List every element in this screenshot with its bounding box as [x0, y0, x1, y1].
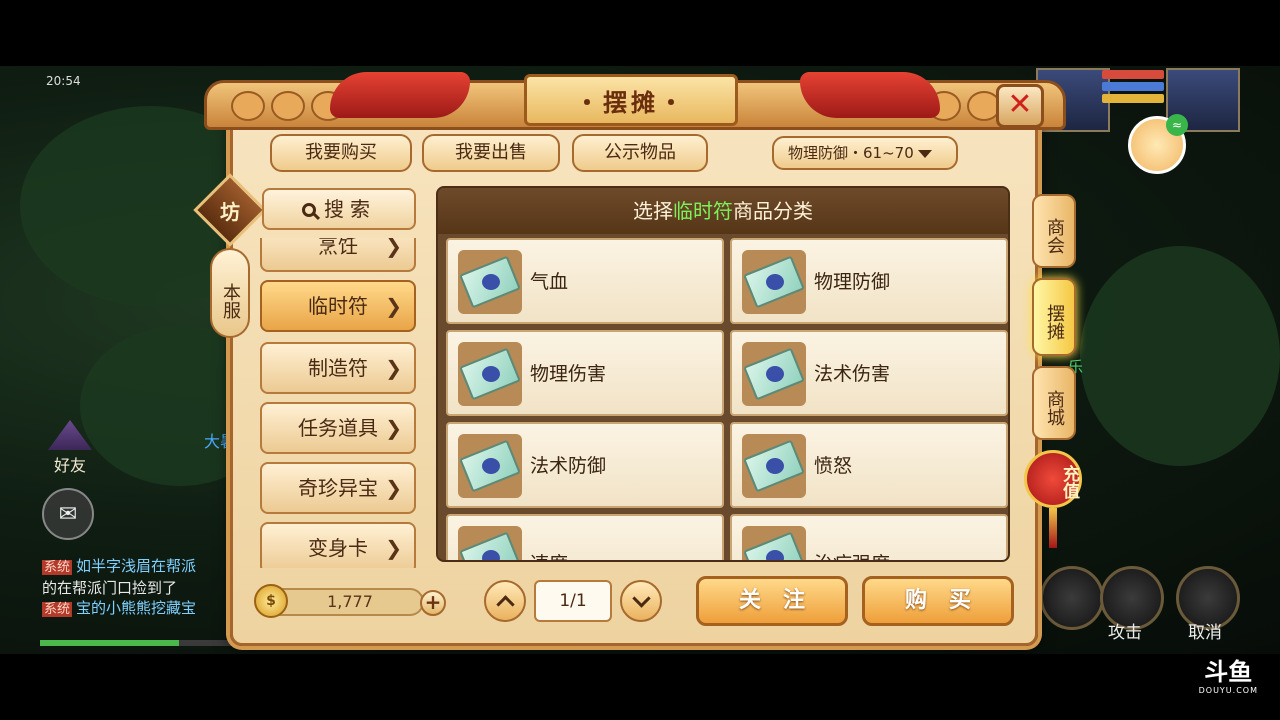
charm-icon [742, 342, 806, 406]
chat-log[interactable]: 系统 如半字浅眉在帮派 的在帮派门口捡到了 系统 宝的小熊熊挖藏宝 [42, 556, 242, 620]
tab-mall[interactable]: 商城 [1032, 366, 1076, 440]
product-card[interactable]: 治疗强度 [730, 514, 1008, 560]
friend-button[interactable]: 好友 [40, 420, 100, 476]
charm-icon [742, 526, 806, 560]
product-label: 治疗强度 [814, 524, 890, 560]
page-up-button[interactable] [484, 580, 526, 622]
category-item-crafting-charm[interactable]: 制造符 ❯ [260, 342, 416, 394]
charm-icon [742, 434, 806, 498]
chevron-right-icon: ❯ [385, 294, 402, 318]
category-list[interactable]: 烹饪 ❯ 临时符 ❯ 制造符 ❯ 任务道具 ❯ 奇珍异宝 ❯ 变身卡 ❯ [258, 238, 418, 568]
chevron-right-icon: ❯ [385, 238, 402, 258]
product-label: 物理防御 [814, 271, 891, 293]
ribbon-decoration [800, 72, 940, 118]
close-icon: ✕ [1007, 87, 1033, 122]
coin-icon: $ [254, 584, 288, 618]
market-badge-label: 坊 [220, 200, 240, 224]
foliage [1080, 246, 1280, 466]
chat-button[interactable]: ✉ [42, 488, 94, 540]
chevron-right-icon: ❯ [385, 476, 402, 500]
category-item-treasures[interactable]: 奇珍异宝 ❯ [260, 462, 416, 514]
product-card[interactable]: 气血 [446, 238, 724, 324]
product-label: 物理伤害 [530, 363, 607, 385]
tab-buy[interactable]: 我要购买 [270, 134, 412, 172]
category-item-temp-charm[interactable]: 临时符 ❯ [260, 280, 416, 332]
tab-public-items[interactable]: 公示物品 [572, 134, 708, 172]
ribbon-decoration [330, 72, 470, 118]
product-card[interactable]: 愤怒 [730, 422, 1008, 508]
cancel-label: 取消 [1188, 623, 1222, 643]
chat-bubble-icon: ✉ [58, 501, 78, 527]
charm-icon [458, 342, 522, 406]
filter-dropdown[interactable]: 物理防御・61~70 [772, 136, 958, 170]
product-card[interactable]: 物理伤害 [446, 330, 724, 416]
server-toggle[interactable]: 本服 [210, 248, 250, 338]
product-grid[interactable]: 选择临时符商品分类 气血 物理防御 物理伤害 法术伤害 法术防御 愤怒 速度 治… [436, 186, 1010, 562]
attack-label: 攻击 [1108, 623, 1142, 643]
grid-header: 选择临时符商品分类 [438, 188, 1008, 234]
category-item-cooking[interactable]: 烹饪 ❯ [260, 238, 416, 272]
status-time: 20:54 [46, 74, 81, 88]
product-card[interactable]: 法术防御 [446, 422, 724, 508]
friend-label: 好友 [53, 456, 86, 475]
category-item-quest-items[interactable]: 任务道具 ❯ [260, 402, 416, 454]
follow-button[interactable]: 关注 [696, 576, 848, 626]
skill-button[interactable] [1040, 566, 1104, 630]
charm-icon [458, 526, 522, 560]
system-tag: 系统 [42, 602, 73, 617]
system-tag: 系统 [42, 560, 73, 575]
wifi-icon: ≈ [1166, 114, 1188, 136]
product-label: 速度 [530, 524, 568, 560]
chevron-right-icon: ❯ [385, 536, 402, 560]
page-down-button[interactable] [620, 580, 662, 622]
charm-icon [742, 250, 806, 314]
chevron-right-icon: ❯ [385, 416, 402, 440]
product-label: 气血 [530, 271, 569, 293]
window-title: ・摆摊・ [524, 74, 738, 126]
status-bars [1102, 70, 1164, 106]
close-button[interactable]: ✕ [996, 84, 1044, 128]
tab-chamber-of-commerce[interactable]: 商会 [1032, 194, 1076, 268]
chat-line: 系统 如半字浅眉在帮派 [42, 557, 197, 575]
chevron-down-icon [917, 149, 932, 158]
search-icon [302, 203, 316, 217]
recharge-button[interactable]: 充值 [1024, 450, 1082, 508]
chat-line: 系统 宝的小熊熊挖藏宝 [42, 599, 197, 617]
product-label: 法术伤害 [814, 363, 891, 385]
product-label: 愤怒 [814, 455, 853, 477]
douyu-watermark: 斗鱼 DOUYU.COM [1198, 658, 1258, 695]
category-item-transform-card[interactable]: 变身卡 ❯ [260, 522, 416, 568]
product-card[interactable]: 物理防御 [730, 238, 1008, 324]
chat-line: 的在帮派门口捡到了 [42, 579, 178, 597]
charm-icon [458, 434, 522, 498]
buy-button[interactable]: 购买 [862, 576, 1014, 626]
add-coins-button[interactable]: + [420, 590, 446, 616]
page-indicator: 1/1 [534, 580, 612, 622]
product-label: 法术防御 [530, 455, 607, 477]
product-card[interactable]: 速度 [446, 514, 724, 560]
chevron-right-icon: ❯ [385, 356, 402, 380]
product-card[interactable]: 法术伤害 [730, 330, 1008, 416]
tab-sell[interactable]: 我要出售 [422, 134, 560, 172]
friend-icon [48, 420, 92, 450]
search-button[interactable]: 搜索 [262, 188, 416, 230]
tassel-decoration [1049, 508, 1057, 548]
tab-stall[interactable]: 摆摊 [1032, 278, 1076, 356]
charm-icon [458, 250, 522, 314]
